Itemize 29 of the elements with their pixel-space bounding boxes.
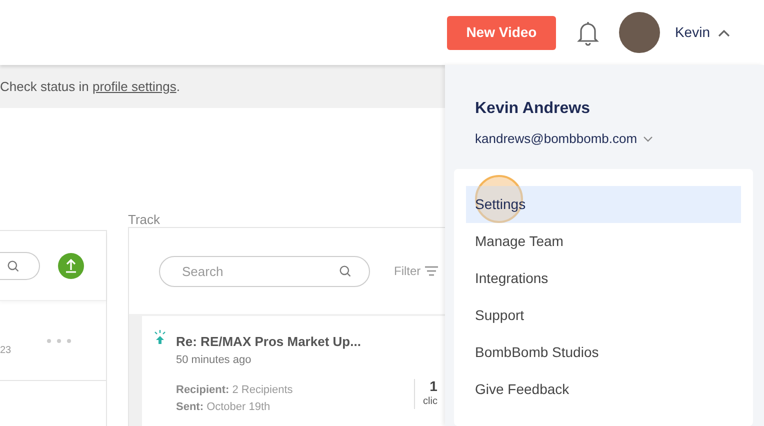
user-email[interactable]: kandrews@bombbomb.com	[475, 129, 654, 148]
menu-item[interactable]: Support	[466, 296, 741, 334]
item-title: Re: RE/MAX Pros Market Up...	[176, 333, 362, 351]
menu-item[interactable]: Manage Team	[466, 222, 741, 260]
upload-icon	[65, 258, 77, 272]
search-field[interactable]: Search	[159, 256, 370, 286]
recipient-text: Recipient: 2 Recipients	[176, 383, 294, 398]
date-text: 23	[0, 344, 12, 358]
menu-item[interactable]: Give Feedback	[466, 370, 741, 408]
sent-text: Sent: October 19th	[176, 400, 272, 414]
avatar[interactable]	[618, 12, 660, 53]
bell-icon[interactable]	[576, 20, 600, 46]
menu-item[interactable]: Integrations	[466, 260, 741, 296]
upload-button[interactable]	[58, 252, 84, 278]
item-time: 50 minutes ago	[176, 352, 252, 368]
filter-icon	[424, 266, 438, 276]
search-field[interactable]	[0, 252, 40, 280]
profile-settings-link[interactable]: profile settings	[92, 78, 176, 94]
menu-item[interactable]: Settings	[466, 186, 741, 222]
stat-value: 1	[430, 379, 438, 394]
caret-icon[interactable]	[718, 28, 730, 36]
search-icon	[6, 258, 20, 272]
search-icon	[338, 264, 352, 278]
user-name[interactable]: Kevin	[674, 22, 710, 43]
click-icon	[154, 330, 166, 344]
stat-label: clic	[423, 395, 438, 409]
chevron-down-icon	[643, 136, 654, 142]
track-label: Track	[128, 211, 162, 228]
menu-item[interactable]: BombBomb Studios	[466, 334, 741, 370]
